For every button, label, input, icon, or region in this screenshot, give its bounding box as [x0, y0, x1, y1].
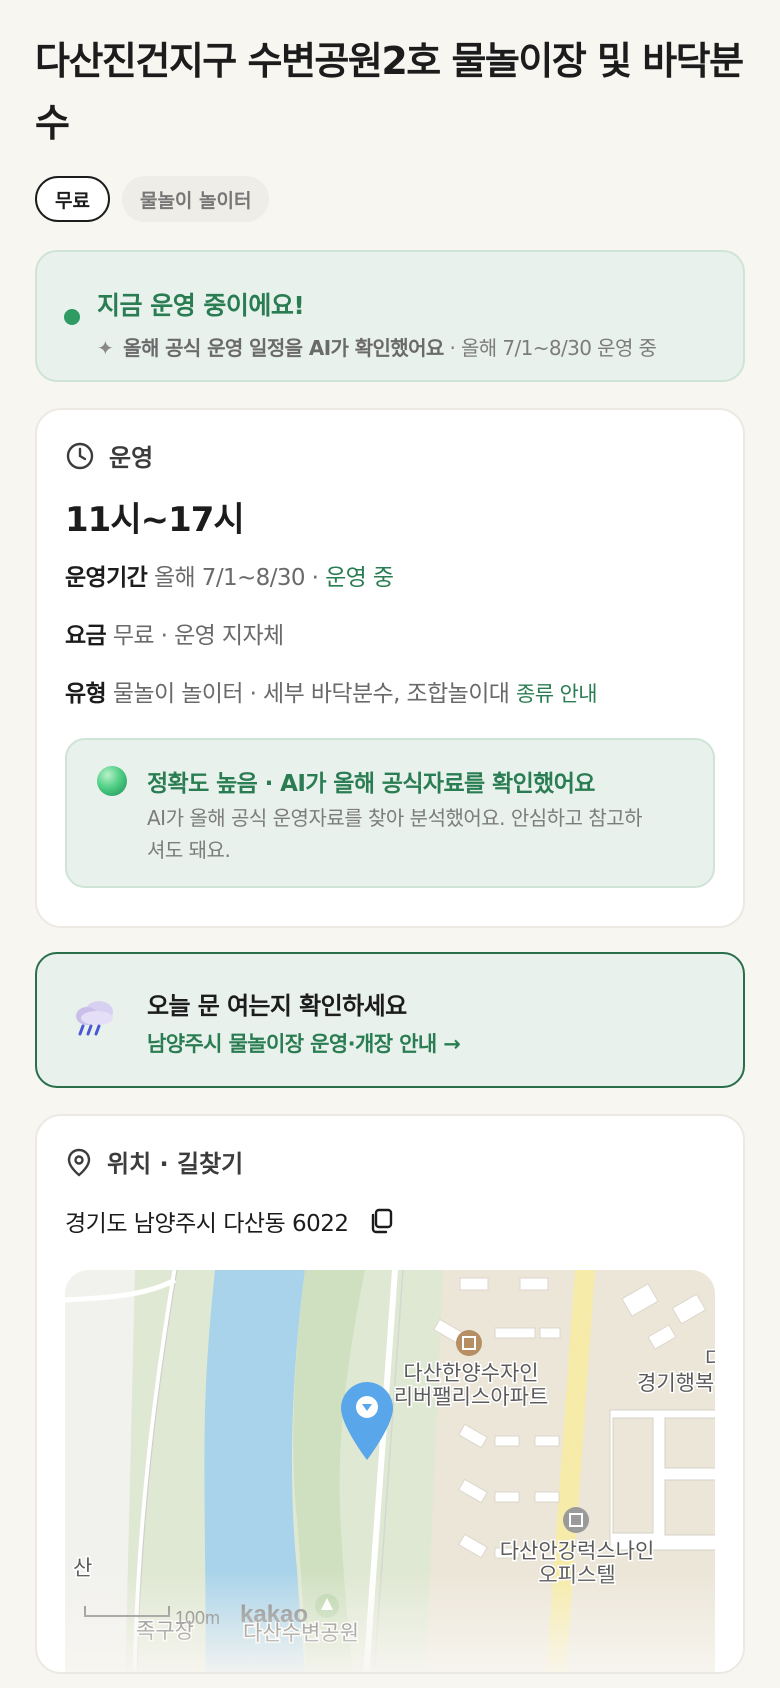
- status-period: · 올해 7/1~8/30 운영 중: [443, 336, 657, 360]
- fee-key: 요금: [65, 623, 107, 649]
- accuracy-title: 정확도 높음 · AI가 올해 공식자료를 확인했어요: [147, 771, 595, 797]
- weather-guide-link[interactable]: 남양주시 물놀이장 운영·개장 안내 →: [147, 1028, 461, 1058]
- map-view[interactable]: 다산한양수자인 리버팰리스아파트 다 경기행복 다산안강럭스나인 오피스텔 산 …: [65, 1270, 715, 1674]
- map-brand-logo: kakao: [240, 1601, 308, 1628]
- period-status: 운영 중: [325, 565, 394, 591]
- accuracy-orb-icon: [97, 766, 127, 796]
- sparkle-icon: ✦: [97, 336, 114, 360]
- map-label-left-edge: 산: [73, 1557, 92, 1580]
- location-header: 위치 · 길찾기: [65, 1144, 243, 1179]
- period-value: 올해 7/1~8/30 ·: [147, 565, 326, 591]
- status-subtitle: ✦ 올해 공식 운영 일정을 AI가 확인했어요 · 올해 7/1~8/30 운영…: [97, 332, 657, 361]
- weather-check-card[interactable]: 오늘 문 여는지 확인하세요 남양주시 물놀이장 운영·개장 안내 →: [35, 952, 745, 1088]
- type-value: 물놀이 놀이터 · 세부 바닥분수, 조합놀이대: [106, 681, 517, 707]
- type-key: 유형: [65, 681, 107, 707]
- period-key: 운영기간: [65, 565, 148, 591]
- tag-list: 무료 물놀이 놀이터: [35, 176, 745, 222]
- operating-hours: 11시~17시: [65, 500, 245, 540]
- address-text: 경기도 남양주시 다산동 6022: [65, 1211, 349, 1237]
- status-card: 지금 운영 중이에요! ✦ 올해 공식 운영 일정을 AI가 확인했어요 · 올해…: [35, 250, 745, 382]
- tag-category[interactable]: 물놀이 놀이터: [121, 176, 270, 222]
- status-dot: [64, 309, 80, 325]
- address-row: 경기도 남양주시 다산동 6022: [65, 1204, 395, 1238]
- fee-row: 요금 무료 · 운영 지자체: [65, 616, 284, 650]
- location-card: 위치 · 길찾기 경기도 남양주시 다산동 6022 다산한양수자인 리버팰리스…: [35, 1114, 745, 1674]
- period-row: 운영기간 올해 7/1~8/30 · 운영 중: [65, 558, 394, 592]
- copy-icon[interactable]: [367, 1207, 395, 1235]
- status-ai-note: 올해 공식 운영 일정을 AI가 확인했어요: [123, 336, 444, 360]
- map-canvas[interactable]: 다산한양수자인 리버팰리스아파트 다 경기행복 다산안강럭스나인 오피스텔 산 …: [65, 1270, 715, 1674]
- status-title: 지금 운영 중이에요!: [97, 291, 305, 320]
- operation-card: 운영 11시~17시 운영기간 올해 7/1~8/30 · 운영 중 요금 무료…: [35, 408, 745, 928]
- operation-label: 운영: [109, 444, 154, 472]
- operation-header: 운영: [65, 438, 153, 473]
- fee-value: 무료 · 운영 지자체: [106, 623, 284, 649]
- map-label-apt2-line1: 다: [705, 1348, 715, 1371]
- map-label-apt1-line2: 리버팰리스아파트: [394, 1386, 549, 1409]
- map-label-office-line1: 다산안강럭스나인: [500, 1540, 655, 1563]
- accuracy-description: AI가 올해 공식 운영자료를 찾아 분석했어요. 안심하고 참고하셔도 돼요.: [147, 806, 643, 862]
- clock-icon: [66, 442, 94, 469]
- map-label-apt2-line2: 경기행복: [637, 1372, 714, 1395]
- location-label: 위치 · 길찾기: [107, 1150, 244, 1178]
- weather-title: 오늘 문 여는지 확인하세요: [147, 992, 407, 1020]
- map-scale-label: 100m: [175, 1608, 220, 1628]
- map-label-apt1-line1: 다산한양수자인: [403, 1362, 538, 1385]
- accuracy-box: 정확도 높음 · AI가 올해 공식자료를 확인했어요 AI가 올해 공식 운영…: [65, 738, 715, 888]
- map-label-office-line2: 오피스텔: [538, 1564, 615, 1587]
- page-title: 다산진건지구 수변공원2호 물놀이장 및 바닥분수: [35, 39, 744, 145]
- rain-cloud-icon: [76, 1001, 113, 1036]
- tag-free[interactable]: 무료: [35, 176, 110, 222]
- type-row: 유형 물놀이 놀이터 · 세부 바닥분수, 조합놀이대 종류 안내: [65, 674, 598, 708]
- location-pin-icon: [67, 1148, 91, 1177]
- type-guide-link[interactable]: 종류 안내: [516, 682, 598, 706]
- page: 다산진건지구 수변공원2호 물놀이장 및 바닥분수 무료 물놀이 놀이터 지금 …: [0, 0, 780, 1674]
